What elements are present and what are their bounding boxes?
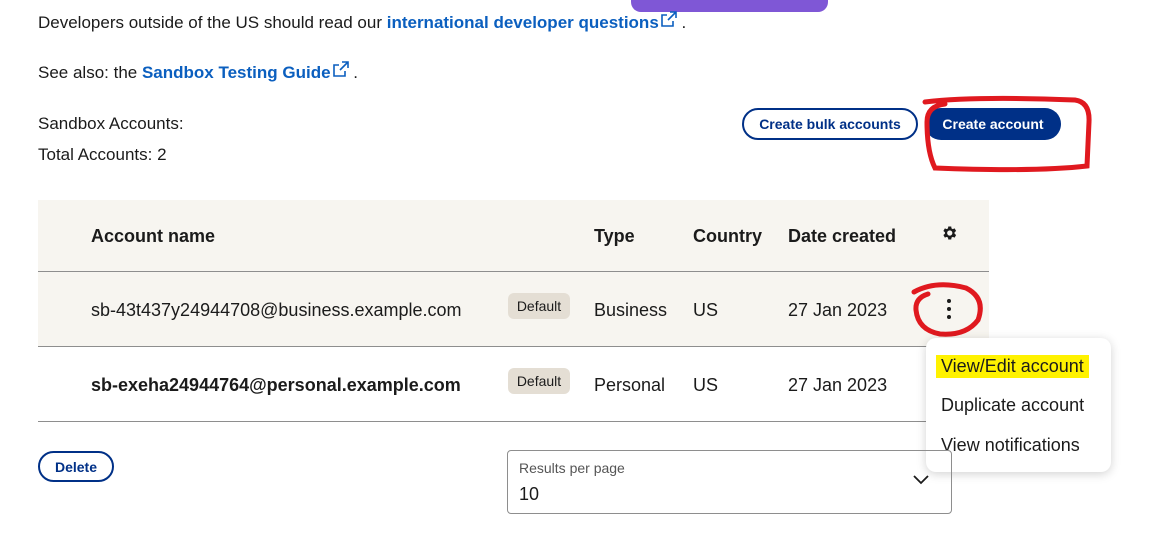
menu-item-view-edit-account[interactable]: View/Edit account bbox=[936, 355, 1089, 378]
gear-icon[interactable] bbox=[940, 224, 958, 242]
results-per-page-value: 10 bbox=[519, 484, 540, 504]
delete-button[interactable]: Delete bbox=[38, 451, 114, 482]
row-actions-menu: View/Edit account Duplicate account View… bbox=[926, 338, 1111, 472]
header-country[interactable]: Country bbox=[693, 226, 762, 247]
create-bulk-accounts-button[interactable]: Create bulk accounts bbox=[742, 108, 918, 140]
account-type: Business bbox=[594, 300, 668, 320]
table-row[interactable]: sb-43t437y24944708@business.example.com … bbox=[38, 272, 989, 347]
sandbox-accounts-label: Sandbox Accounts: bbox=[38, 114, 184, 133]
account-date: 27 Jan 2023 bbox=[788, 300, 888, 320]
account-email: sb-exeha24944764@personal.example.com bbox=[91, 375, 461, 395]
account-country: US bbox=[693, 300, 719, 320]
menu-item-view-notifications[interactable]: View notifications bbox=[941, 435, 1080, 456]
total-accounts-label: Total Accounts: 2 bbox=[38, 145, 167, 164]
create-account-button[interactable]: Create account bbox=[925, 108, 1061, 140]
intl-suffix: . bbox=[676, 13, 687, 32]
external-link-icon bbox=[660, 11, 677, 27]
seealso-prefix: See also: the bbox=[38, 63, 142, 82]
account-email: sb-43t437y24944708@business.example.com bbox=[91, 300, 462, 320]
account-date: 27 Jan 2023 bbox=[788, 375, 888, 395]
account-type: Personal bbox=[594, 375, 666, 395]
sandbox-testing-guide-link[interactable]: Sandbox Testing Guide bbox=[142, 63, 331, 82]
kebab-menu-icon[interactable] bbox=[938, 294, 960, 324]
header-date-created[interactable]: Date created bbox=[788, 226, 896, 247]
default-badge: Default bbox=[508, 293, 570, 319]
intl-prefix: Developers outside of the US should read… bbox=[38, 13, 387, 32]
results-per-page-select[interactable]: Results per page 10 bbox=[507, 450, 952, 514]
international-questions-link[interactable]: international developer questions bbox=[387, 13, 659, 32]
international-note: Developers outside of the US should read… bbox=[38, 11, 687, 33]
table-header: Account name Type Country Date created bbox=[38, 200, 989, 272]
table-row[interactable]: sb-exeha24944764@personal.example.com De… bbox=[38, 347, 989, 422]
header-account-name[interactable]: Account name bbox=[91, 226, 215, 247]
results-per-page-label: Results per page bbox=[519, 460, 625, 476]
header-type[interactable]: Type bbox=[594, 226, 635, 247]
account-country: US bbox=[693, 375, 719, 395]
sandbox-accounts-table: Account name Type Country Date created s… bbox=[38, 200, 989, 422]
external-link-icon bbox=[332, 61, 349, 77]
menu-item-duplicate-account[interactable]: Duplicate account bbox=[941, 395, 1084, 416]
default-badge: Default bbox=[508, 368, 570, 394]
see-also-note: See also: the Sandbox Testing Guide . bbox=[38, 61, 359, 83]
chevron-down-icon bbox=[913, 475, 929, 485]
seealso-suffix: . bbox=[348, 63, 359, 82]
